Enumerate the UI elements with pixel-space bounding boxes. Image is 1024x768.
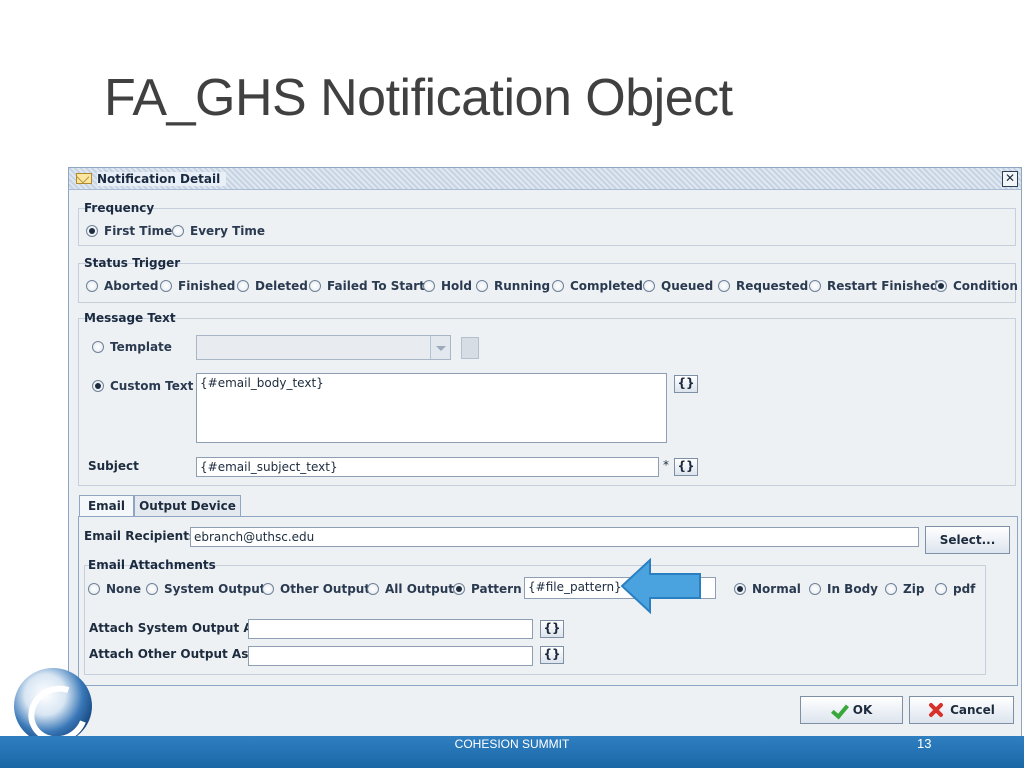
radio-none[interactable]: None xyxy=(88,582,141,596)
footer-text: COHESION SUMMIT xyxy=(454,737,570,751)
email-attachments-label: Email Attachments xyxy=(88,558,216,572)
attach-system-variable-button[interactable]: {} xyxy=(540,620,564,638)
frequency-label: Frequency xyxy=(84,201,155,215)
tab-email[interactable]: Email xyxy=(79,495,134,517)
radio-dot xyxy=(92,341,104,353)
radio-failed-to-start[interactable]: Failed To Start xyxy=(309,279,425,293)
radio-running[interactable]: Running xyxy=(476,279,550,293)
radio-dot xyxy=(718,280,730,292)
radio-dot xyxy=(734,583,746,595)
ok-button[interactable]: OK xyxy=(800,696,903,724)
radio-completed[interactable]: Completed xyxy=(552,279,643,293)
radio-other-output[interactable]: Other Output xyxy=(262,582,370,596)
radio-dot xyxy=(476,280,488,292)
notification-detail-dialog: Notification Detail ✕ Frequency First Ti… xyxy=(68,167,1022,739)
radio-all-output[interactable]: All Output xyxy=(367,582,454,596)
dialog-titlebar[interactable]: Notification Detail ✕ xyxy=(69,168,1021,190)
radio-zip[interactable]: Zip xyxy=(885,582,924,596)
select-recipients-button[interactable]: Select... xyxy=(925,526,1010,554)
radio-dot xyxy=(935,280,947,292)
template-combo[interactable] xyxy=(196,335,451,360)
attach-other-output-field[interactable] xyxy=(248,646,533,666)
radio-normal[interactable]: Normal xyxy=(734,582,801,596)
attach-other-output-label: Attach Other Output As xyxy=(89,647,249,661)
status-trigger-label: Status Trigger xyxy=(84,256,181,270)
email-recipients-label: Email Recipients xyxy=(84,529,197,543)
email-recipients-field[interactable]: ebranch@uthsc.edu xyxy=(190,527,919,547)
radio-first-time[interactable]: First Time xyxy=(86,224,172,238)
cancel-x-icon xyxy=(928,702,944,718)
radio-dot xyxy=(237,280,249,292)
subject-field[interactable]: {#email_subject_text} xyxy=(196,457,659,477)
radio-requested[interactable]: Requested xyxy=(718,279,808,293)
radio-dot xyxy=(86,225,98,237)
radio-dot xyxy=(423,280,435,292)
cohesion-logo xyxy=(14,668,92,744)
radio-queued[interactable]: Queued xyxy=(643,279,713,293)
close-button[interactable]: ✕ xyxy=(1002,171,1018,187)
attach-system-output-label: Attach System Output As xyxy=(89,621,260,635)
radio-custom-text[interactable]: Custom Text xyxy=(92,379,193,393)
custom-text-variable-button[interactable]: {} xyxy=(674,375,698,393)
radio-dot xyxy=(86,280,98,292)
custom-text-area[interactable]: {#email_body_text} xyxy=(196,373,667,443)
required-marker: * xyxy=(663,458,669,472)
radio-in-body[interactable]: In Body xyxy=(809,582,878,596)
cancel-button[interactable]: Cancel xyxy=(909,696,1014,724)
attach-other-variable-button[interactable]: {} xyxy=(540,646,564,664)
envelope-icon xyxy=(76,173,92,184)
radio-pdf[interactable]: pdf xyxy=(935,582,975,596)
radio-dot xyxy=(809,280,821,292)
radio-dot xyxy=(309,280,321,292)
radio-dot xyxy=(935,583,947,595)
slide-title: FA_GHS Notification Object xyxy=(104,69,733,127)
radio-pattern[interactable]: Pattern xyxy=(453,582,522,596)
radio-dot xyxy=(172,225,184,237)
radio-dot xyxy=(809,583,821,595)
highlight-arrow-icon xyxy=(620,558,701,614)
tab-output-device[interactable]: Output Device xyxy=(134,495,241,517)
radio-aborted[interactable]: Aborted xyxy=(86,279,159,293)
dialog-title: Notification Detail xyxy=(97,172,227,186)
radio-every-time[interactable]: Every Time xyxy=(172,224,265,238)
checkmark-icon xyxy=(831,702,847,718)
radio-dot xyxy=(92,380,104,392)
subject-label: Subject xyxy=(88,459,139,473)
attach-system-output-field[interactable] xyxy=(248,619,533,639)
message-text-label: Message Text xyxy=(84,311,176,325)
subject-variable-button[interactable]: {} xyxy=(674,458,698,476)
radio-condition[interactable]: Condition xyxy=(935,279,1018,293)
radio-dot xyxy=(453,583,465,595)
radio-restart-finished[interactable]: Restart Finished xyxy=(809,279,939,293)
radio-dot xyxy=(160,280,172,292)
radio-dot xyxy=(146,583,158,595)
radio-hold[interactable]: Hold xyxy=(423,279,472,293)
document-icon[interactable] xyxy=(461,337,479,359)
radio-template[interactable]: Template xyxy=(92,340,172,354)
page-number: 13 xyxy=(917,736,932,751)
radio-dot xyxy=(643,280,655,292)
radio-dot xyxy=(552,280,564,292)
radio-deleted[interactable]: Deleted xyxy=(237,279,308,293)
chevron-down-icon[interactable] xyxy=(430,336,450,359)
radio-dot xyxy=(262,583,274,595)
radio-system-output[interactable]: System Output xyxy=(146,582,266,596)
radio-dot xyxy=(885,583,897,595)
radio-dot xyxy=(88,583,100,595)
radio-dot xyxy=(367,583,379,595)
radio-finished[interactable]: Finished xyxy=(160,279,235,293)
